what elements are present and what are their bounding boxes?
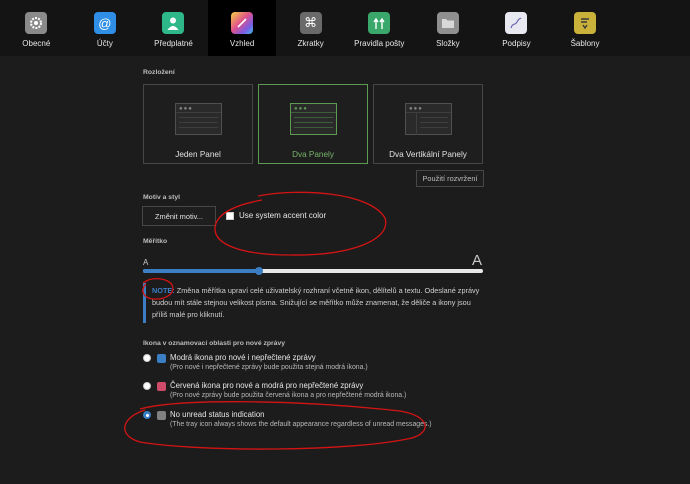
annotation-circle-accent (214, 191, 387, 256)
annotation-circle-note (142, 278, 174, 300)
annotation-circle-tray (124, 401, 426, 450)
annotation-overlay (124, 191, 426, 450)
